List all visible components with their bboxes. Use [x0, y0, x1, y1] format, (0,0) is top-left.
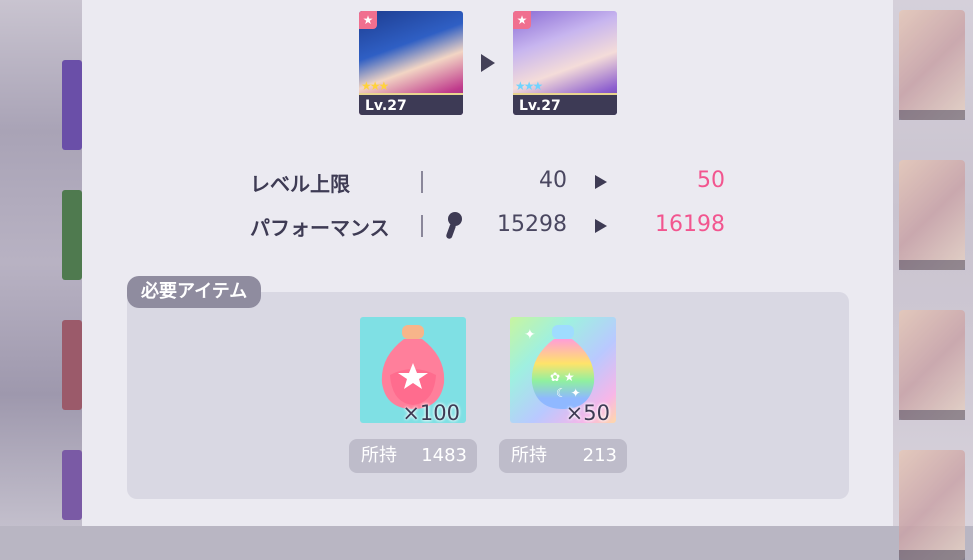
background-card [62, 60, 82, 150]
card-after: ★ ★★★ Lv.27 [513, 11, 617, 115]
level-up-panel: ★ ★★★ Lv.27 ★ ★★★ Lv.27 レベル上限 40 50 パフォー… [82, 0, 893, 526]
background-right [893, 0, 973, 560]
background-left [0, 0, 82, 526]
level-cap-current: 40 [539, 168, 567, 193]
svg-text:✿ ★: ✿ ★ [550, 370, 575, 384]
item-rainbow-bottle[interactable]: ✦ ✿ ★ ☾ ✦ ×50 [510, 317, 616, 423]
required-items-section [127, 292, 849, 499]
required-items-title: 必要アイテム [127, 276, 262, 308]
owned-count-badge: 所持 1483 [349, 439, 477, 473]
owned-label: 所持 [361, 445, 397, 466]
background-card [62, 450, 82, 520]
item-quantity: ×100 [402, 401, 460, 423]
level-cap-next: 50 [697, 168, 725, 193]
background-card [62, 190, 82, 280]
svg-text:☾ ✦: ☾ ✦ [556, 386, 581, 400]
arrow-right-icon [481, 54, 495, 72]
card-level: Lv.27 [519, 98, 561, 114]
card-level: Lv.27 [365, 98, 407, 114]
svg-text:✦: ✦ [524, 327, 536, 343]
background-card [899, 450, 965, 560]
divider [421, 215, 423, 237]
rarity-stars: ★★★ [361, 79, 389, 93]
card-before: ★ ★★★ Lv.27 [359, 11, 463, 115]
item-pink-bottle[interactable]: ×100 [360, 317, 466, 423]
background-card [899, 160, 965, 270]
star-icon: ★ [513, 11, 531, 29]
owned-label: 所持 [511, 445, 547, 466]
arrow-right-icon [595, 219, 607, 233]
background-card [62, 320, 82, 410]
background-card [899, 310, 965, 420]
performance-next: 16198 [655, 212, 725, 237]
item-quantity: ×50 [565, 401, 610, 423]
owned-count: 1483 [421, 445, 467, 466]
owned-count: 213 [582, 445, 617, 466]
performance-label: パフォーマンス [250, 216, 390, 240]
divider [421, 171, 423, 193]
level-cap-label: レベル上限 [250, 172, 350, 196]
background-card [899, 10, 965, 120]
performance-current: 15298 [497, 212, 567, 237]
owned-count-badge: 所持 213 [499, 439, 627, 473]
microphone-icon [446, 212, 462, 239]
arrow-right-icon [595, 175, 607, 189]
star-icon: ★ [359, 11, 377, 29]
rarity-stars: ★★★ [515, 79, 543, 93]
